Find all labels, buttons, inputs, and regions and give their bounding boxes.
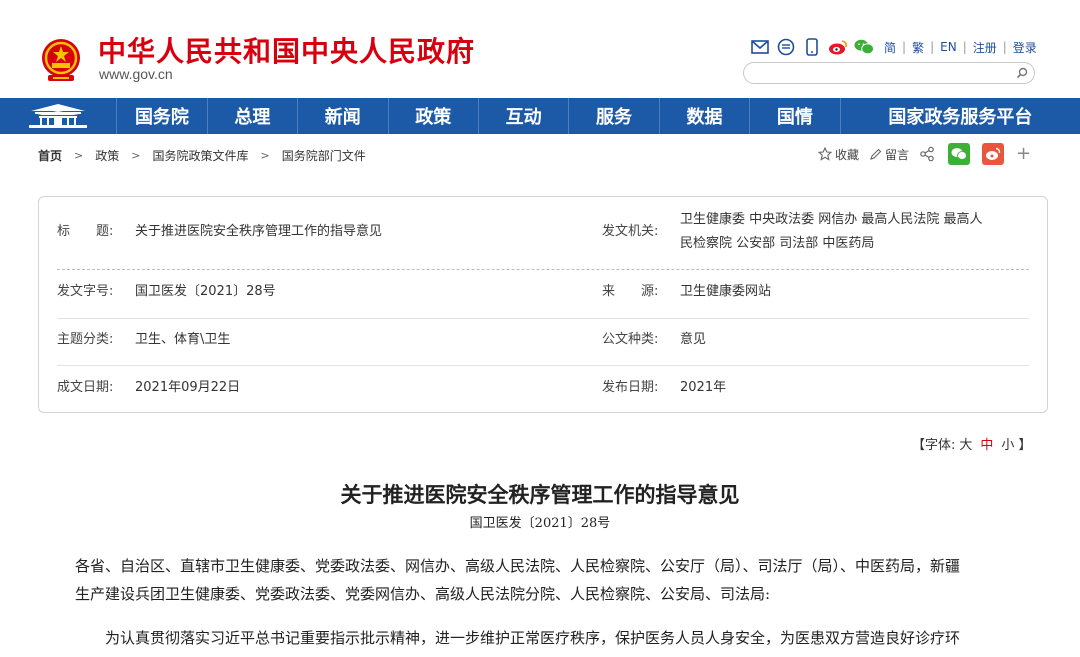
- comment-label: 留言: [885, 147, 910, 162]
- message-icon[interactable]: [776, 37, 796, 57]
- top-tools: 简 | 繁 | EN | 注册 | 登录: [750, 36, 1037, 58]
- font-size-medium[interactable]: 中: [980, 434, 993, 453]
- site-url[interactable]: www.gov.cn: [99, 66, 173, 82]
- date-label: 成文日期:: [57, 380, 114, 395]
- star-icon: [818, 147, 832, 161]
- chevron-right-icon: >: [74, 149, 84, 162]
- lang-simplified[interactable]: 简: [884, 39, 896, 56]
- favorite-label: 收藏: [835, 147, 860, 162]
- source-value: 卫生健康委网站: [680, 284, 772, 299]
- mail-icon[interactable]: [750, 37, 770, 57]
- share-icon[interactable]: [919, 146, 938, 162]
- nav-item-interaction[interactable]: 互动: [479, 98, 570, 134]
- doc-no-label: 发文字号:: [57, 284, 114, 299]
- source-label: 来 源:: [602, 284, 659, 299]
- nav-item-services[interactable]: 服务: [569, 98, 660, 134]
- search-box: [743, 62, 1035, 84]
- separator: |: [962, 40, 967, 54]
- breadcrumb-policy-library[interactable]: 国务院政策文件库: [152, 147, 248, 164]
- document-paragraph: 为认真贯彻落实习近平总书记重要指示批示精神，进一步维护正常医疗秩序，保护医务人员…: [105, 624, 1020, 652]
- comment-button[interactable]: 留言: [869, 146, 909, 163]
- issuer-value-line1: 卫生健康委 中央政法委 网信办 最高人民法院 最高人: [680, 212, 983, 227]
- document-number: 国卫医发〔2021〕28号: [469, 516, 611, 531]
- pen-icon: [870, 148, 882, 160]
- lang-traditional[interactable]: 繁: [912, 39, 924, 56]
- document-title: 关于推进医院安全秩序管理工作的指导意见: [340, 482, 740, 507]
- type-value: 意见: [680, 332, 707, 347]
- chevron-right-icon: >: [131, 149, 141, 162]
- nav-item-news[interactable]: 新闻: [298, 98, 389, 134]
- share-bar: 收藏 留言 +: [818, 143, 1031, 165]
- font-size-prefix: 【字体:: [912, 438, 956, 453]
- issuer-label: 发文机关:: [602, 224, 659, 239]
- breadcrumb: 首页 > 政策 > 国务院政策文件库 > 国务院部门文件: [38, 147, 366, 164]
- divider-line: [57, 318, 1029, 319]
- mobile-icon[interactable]: [802, 37, 822, 57]
- breadcrumb-department-docs[interactable]: 国务院部门文件: [282, 147, 366, 164]
- nav-item-state-council[interactable]: 国务院: [117, 98, 208, 134]
- title-label: 标 题:: [57, 224, 114, 239]
- topic-value: 卫生、体育\卫生: [135, 332, 231, 347]
- weibo-icon[interactable]: [828, 37, 848, 57]
- chevron-right-icon: >: [260, 149, 270, 162]
- favorite-button[interactable]: 收藏: [818, 146, 859, 163]
- lang-english[interactable]: EN: [940, 40, 957, 54]
- paragraph-line: 各省、自治区、直辖市卫生健康委、党委政法委、网信办、高级人民法院、人民检察院、公…: [75, 557, 961, 575]
- nav-item-premier[interactable]: 总理: [208, 98, 299, 134]
- more-share-button[interactable]: +: [1016, 145, 1031, 163]
- wechat-icon[interactable]: [854, 37, 874, 57]
- date-value: 2021年09月22日: [135, 380, 241, 395]
- search-input[interactable]: [754, 65, 1004, 81]
- nav-item-policy[interactable]: 政策: [389, 98, 479, 134]
- publish-label: 发布日期:: [602, 380, 659, 395]
- document-info-box: 标 题: 关于推进医院安全秩序管理工作的指导意见 发文机关: 卫生健康委 中央政…: [38, 196, 1048, 413]
- type-label: 公文种类:: [602, 332, 659, 347]
- share-wechat-icon[interactable]: [948, 143, 971, 165]
- nav-home-icon[interactable]: [0, 98, 118, 134]
- nav-item-national-info[interactable]: 国情: [750, 98, 841, 134]
- breadcrumb-home[interactable]: 首页: [38, 147, 62, 164]
- separator: |: [930, 40, 935, 54]
- font-size-control: 【字体: 大 中 小 】: [912, 434, 1031, 453]
- share-weibo-icon[interactable]: [982, 143, 1005, 165]
- register-link[interactable]: 注册: [973, 39, 997, 56]
- national-emblem-icon[interactable]: [40, 37, 82, 83]
- breadcrumb-policy[interactable]: 政策: [95, 147, 119, 164]
- document-paragraph: 各省、自治区、直辖市卫生健康委、党委政法委、网信办、高级人民法院、人民检察院、公…: [75, 552, 1020, 608]
- paragraph-line: 生产建设兵团卫生健康委、党委政法委、党委网信办、高级人民法院分院、人民检察院、公…: [75, 585, 771, 603]
- separator: |: [902, 40, 907, 54]
- main-nav: 国务院 总理 新闻 政策 互动 服务 数据 国情 国家政务服务平台: [0, 98, 1080, 134]
- site-title[interactable]: 中华人民共和国中央人民政府: [98, 30, 475, 70]
- nav-item-data[interactable]: 数据: [660, 98, 751, 134]
- search-icon[interactable]: [1014, 65, 1030, 81]
- paragraph-line: 为认真贯彻落实习近平总书记重要指示批示精神，进一步维护正常医疗秩序，保护医务人员…: [105, 629, 961, 647]
- publish-value: 2021年: [680, 380, 727, 395]
- divider-dashed: [57, 269, 1029, 270]
- language-links: 简 | 繁 | EN | 注册 | 登录: [884, 39, 1037, 56]
- font-size-suffix: 】: [1018, 438, 1032, 453]
- separator: |: [1002, 40, 1007, 54]
- title-value: 关于推进医院安全秩序管理工作的指导意见: [135, 224, 383, 239]
- login-link[interactable]: 登录: [1013, 39, 1037, 56]
- font-size-small[interactable]: 小: [1001, 434, 1014, 453]
- nav-item-service-platform[interactable]: 国家政务服务平台: [841, 98, 1080, 134]
- doc-no-value: 国卫医发〔2021〕28号: [135, 284, 276, 299]
- issuer-value-line2: 民检察院 公安部 司法部 中医药局: [680, 236, 875, 251]
- font-size-large[interactable]: 大: [959, 434, 972, 453]
- topic-label: 主题分类:: [57, 332, 114, 347]
- site-header: 中华人民共和国中央人民政府 www.gov.cn 简 | 繁 | EN | 注册…: [0, 0, 1080, 98]
- divider-line: [57, 365, 1029, 366]
